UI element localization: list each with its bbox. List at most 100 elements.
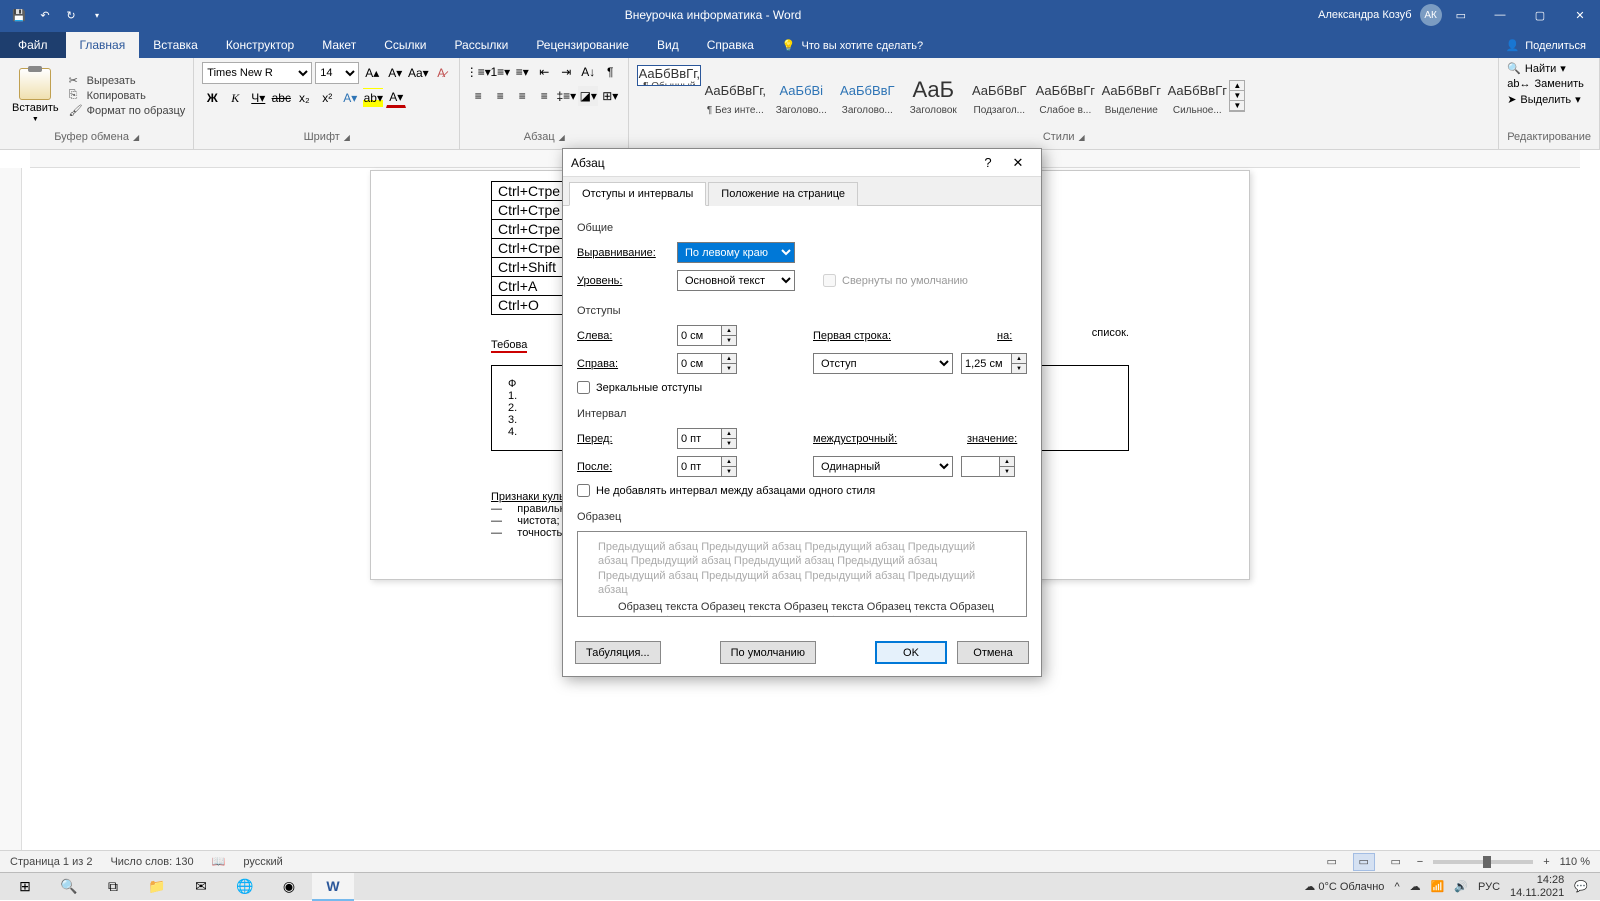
undo-icon[interactable]: ↶ (36, 9, 54, 22)
numbering-button[interactable]: 1≡▾ (490, 62, 510, 82)
status-page[interactable]: Страница 1 из 2 (10, 856, 92, 868)
multilevel-button[interactable]: ≡▾ (512, 62, 532, 82)
zoom-level[interactable]: 110 % (1560, 856, 1590, 868)
line-spacing-button[interactable]: ‡≡▾ (556, 86, 576, 106)
tab-design[interactable]: Конструктор (212, 32, 308, 58)
by-input[interactable] (961, 353, 1011, 374)
clock[interactable]: 14:28 14.11.2021 (1510, 874, 1564, 898)
alignment-select[interactable]: По левому краю (677, 242, 795, 263)
spin-down[interactable]: ▼ (722, 364, 736, 373)
mail-button[interactable]: ✉ (180, 873, 222, 901)
volume-icon[interactable]: 🔊 (1454, 880, 1468, 893)
search-button[interactable]: 🔍 (48, 873, 90, 901)
user-avatar[interactable]: АК (1420, 4, 1442, 26)
style-item[interactable]: АаБбВвГг,¶ Обычный (637, 65, 701, 86)
dialog-tab-indents[interactable]: Отступы и интервалы (569, 182, 706, 206)
share-button[interactable]: 👤 Поделиться (1492, 33, 1600, 58)
before-input[interactable] (677, 428, 721, 449)
subscript-button[interactable]: x₂ (294, 88, 314, 108)
tab-file[interactable]: Файл (0, 32, 66, 58)
highlight-button[interactable]: ab▾ (363, 88, 383, 108)
font-name-select[interactable]: Times New R (202, 62, 312, 84)
tab-view[interactable]: Вид (643, 32, 693, 58)
align-right-button[interactable]: ≡ (512, 86, 532, 106)
underline-button[interactable]: Ч▾ (248, 88, 268, 108)
style-item[interactable]: АаБЗаголовок (901, 65, 965, 127)
left-indent-spinner[interactable]: ▲▼ (677, 325, 737, 346)
style-item[interactable]: АаБбВвГгСильное... (1165, 65, 1229, 127)
styles-down[interactable]: ▼ (1230, 91, 1244, 101)
spin-down[interactable]: ▼ (1012, 364, 1026, 373)
tab-references[interactable]: Ссылки (370, 32, 440, 58)
mirror-checkbox[interactable] (577, 381, 590, 394)
default-button[interactable]: По умолчанию (720, 641, 816, 664)
font-color-button[interactable]: A▾ (386, 88, 406, 108)
word-button[interactable]: W (312, 873, 354, 901)
bold-button[interactable]: Ж (202, 88, 222, 108)
dialog-tab-pagination[interactable]: Положение на странице (708, 182, 858, 206)
onedrive-icon[interactable]: ☁ (1410, 880, 1421, 893)
align-left-button[interactable]: ≡ (468, 86, 488, 106)
replace-button[interactable]: ab↔Заменить (1507, 78, 1584, 90)
style-item[interactable]: АаБбВвГПодзагол... (967, 65, 1031, 127)
explorer-button[interactable]: 📁 (136, 873, 178, 901)
spin-up[interactable]: ▲ (722, 326, 736, 336)
cut-button[interactable]: ✂Вырезать (69, 74, 186, 87)
tell-me[interactable]: 💡 Что вы хотите сделать? (768, 33, 937, 58)
read-mode-button[interactable]: ▭ (1321, 853, 1343, 871)
ok-button[interactable]: OK (875, 641, 947, 664)
spin-down[interactable]: ▼ (722, 336, 736, 345)
save-icon[interactable]: 💾 (10, 9, 28, 22)
strike-button[interactable]: abc (271, 88, 291, 108)
font-launcher[interactable]: ◢ (344, 133, 350, 142)
status-lang[interactable]: русский (243, 856, 282, 868)
tab-layout[interactable]: Макет (308, 32, 370, 58)
before-spinner[interactable]: ▲▼ (677, 428, 737, 449)
zoom-in-button[interactable]: + (1543, 856, 1549, 868)
start-button[interactable]: ⊞ (4, 873, 46, 901)
tray-chevron-icon[interactable]: ^ (1394, 881, 1399, 893)
style-item[interactable]: АаБбВвГгВыделение (1099, 65, 1163, 127)
superscript-button[interactable]: x² (317, 88, 337, 108)
change-case-button[interactable]: Aa▾ (408, 63, 428, 83)
style-item[interactable]: АаБбВвГг,¶ Без инте... (703, 65, 767, 127)
spin-up[interactable]: ▲ (722, 457, 736, 467)
borders-button[interactable]: ⊞▾ (600, 86, 620, 106)
clipboard-launcher[interactable]: ◢ (133, 133, 139, 142)
italic-button[interactable]: К (225, 88, 245, 108)
minimize-button[interactable]: — (1480, 0, 1520, 30)
clear-format-button[interactable]: A̷ (431, 63, 451, 83)
shrink-font-button[interactable]: A▾ (385, 63, 405, 83)
tab-home[interactable]: Главная (66, 32, 140, 58)
style-item[interactable]: АаБбВіЗаголово... (769, 65, 833, 127)
dialog-help-button[interactable]: ? (973, 149, 1003, 177)
ribbon-options-icon[interactable]: ▭ (1456, 9, 1466, 22)
font-size-select[interactable]: 14 (315, 62, 359, 84)
copy-button[interactable]: ⎘Копировать (69, 89, 186, 102)
paste-button[interactable]: Вставить ▼ (8, 66, 63, 125)
linespacing-select[interactable]: Одинарный (813, 456, 953, 477)
lang-indicator[interactable]: РУС (1478, 881, 1500, 893)
tab-review[interactable]: Рецензирование (522, 32, 643, 58)
cancel-button[interactable]: Отмена (957, 641, 1029, 664)
spin-up[interactable]: ▲ (722, 429, 736, 439)
styles-up[interactable]: ▲ (1230, 81, 1244, 91)
level-select[interactable]: Основной текст (677, 270, 795, 291)
spellcheck-icon[interactable]: 📖 (212, 855, 226, 868)
spin-down[interactable]: ▼ (1000, 467, 1014, 476)
sort-button[interactable]: A↓ (578, 62, 598, 82)
styles-more[interactable]: ▼ (1230, 101, 1244, 111)
dialog-close-button[interactable]: ✕ (1003, 149, 1033, 177)
notifications-icon[interactable]: 💬 (1574, 880, 1588, 893)
para-launcher[interactable]: ◢ (559, 133, 565, 142)
spin-up[interactable]: ▲ (722, 354, 736, 364)
wifi-icon[interactable]: 📶 (1431, 880, 1445, 893)
at-input[interactable] (961, 456, 999, 477)
weather-widget[interactable]: ☁ 0°C Облачно (1304, 880, 1384, 893)
style-item[interactable]: АаБбВвГЗаголово... (835, 65, 899, 127)
web-layout-button[interactable]: ▭ (1385, 853, 1407, 871)
chrome-button[interactable]: ◉ (268, 873, 310, 901)
format-painter-button[interactable]: 🖌Формат по образцу (69, 104, 186, 117)
style-item[interactable]: АаБбВвГгСлабое в... (1033, 65, 1097, 127)
at-spinner[interactable]: ▲▼ (961, 456, 1015, 477)
